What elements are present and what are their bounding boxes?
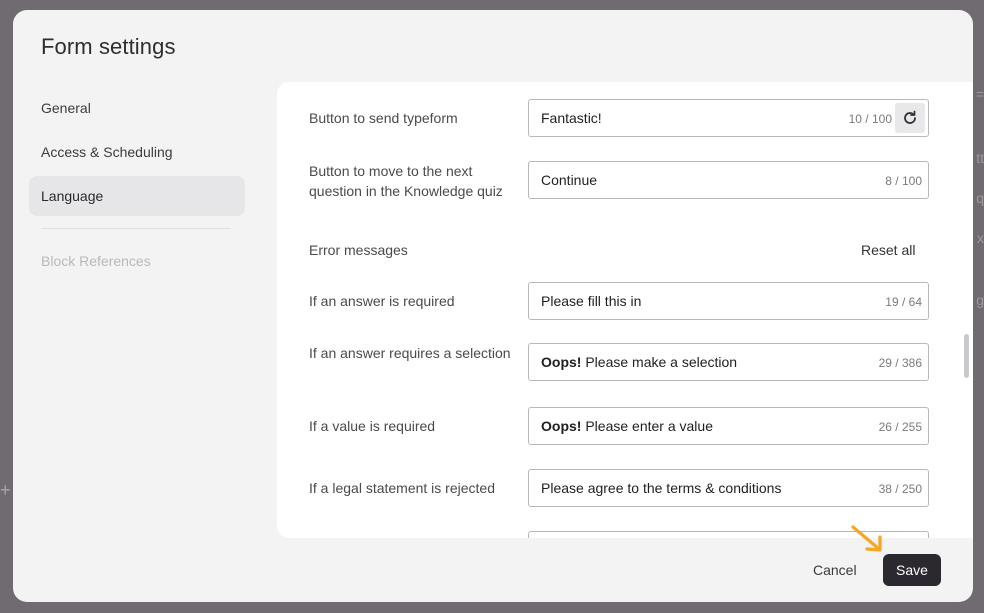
character-count: 29 / 386 — [878, 356, 922, 370]
dialog-title: Form settings — [41, 34, 176, 59]
field-value: Please fill this in — [541, 293, 642, 309]
sidebar-item-block-references: Block References — [41, 253, 151, 269]
field-value: Continue — [541, 172, 598, 188]
backdrop-fragment: tt — [976, 150, 984, 166]
value-text: Please make a selection — [581, 354, 738, 370]
backdrop-plus-icon: + — [0, 480, 11, 500]
setting-label: If a value is required — [309, 418, 436, 434]
send-button-text-field[interactable]: Fantastic! 10 / 100 — [528, 99, 929, 137]
dialog-footer: Cancel Save — [13, 538, 973, 602]
selection-required-text-field[interactable]: Oops! Please make a selection 29 / 386 — [528, 343, 929, 381]
character-count: 10 / 100 — [848, 112, 892, 126]
refresh-icon[interactable] — [895, 103, 925, 133]
value-text: Please enter a value — [581, 418, 713, 434]
backdrop-fragment: g — [976, 292, 984, 308]
character-count: 38 / 250 — [878, 482, 922, 496]
setting-label: Button to move to the next question in t… — [309, 163, 503, 199]
backdrop-fragment: = — [975, 86, 984, 102]
setting-label: If an answer requires a selection — [309, 345, 511, 361]
sidebar-item-access-scheduling[interactable]: Access & Scheduling — [29, 132, 245, 172]
sidebar-divider — [41, 228, 231, 229]
section-title: Error messages — [309, 242, 408, 258]
setting-label: Button to send typeform — [309, 110, 458, 126]
character-count: 26 / 255 — [878, 420, 922, 434]
arrow-icon — [851, 525, 882, 552]
character-count: 8 / 100 — [885, 174, 922, 188]
field-value: Oops! Please make a selection — [541, 344, 737, 380]
bold-prefix: Oops! — [541, 354, 582, 370]
sidebar-item-language[interactable]: Language — [29, 176, 245, 216]
setting-label: If an answer is required — [309, 293, 455, 309]
character-count: 19 / 64 — [885, 295, 922, 309]
field-value: Fantastic! — [541, 110, 602, 126]
save-button[interactable]: Save — [883, 554, 941, 586]
setting-label: If a legal statement is rejected — [309, 480, 495, 496]
bold-prefix: Oops! — [541, 418, 582, 434]
answer-required-text-field[interactable]: Please fill this in 19 / 64 — [528, 282, 929, 320]
sidebar-item-general[interactable]: General — [29, 88, 245, 128]
scrollbar-thumb[interactable] — [964, 334, 969, 378]
reset-all-button[interactable]: Reset all — [861, 242, 915, 258]
value-required-text-field[interactable]: Oops! Please enter a value 26 / 255 — [528, 407, 929, 445]
language-settings-panel: Button to send typeform Fantastic! 10 / … — [277, 82, 973, 538]
field-value: Please agree to the terms & conditions — [541, 480, 782, 496]
legal-rejected-text-field[interactable]: Please agree to the terms & conditions 3… — [528, 469, 929, 507]
next-button-text-field[interactable]: Continue 8 / 100 — [528, 161, 929, 199]
field-value: Oops! Please enter a value — [541, 408, 713, 444]
backdrop-fragment: x — [977, 230, 984, 246]
cancel-button[interactable]: Cancel — [799, 554, 871, 586]
form-settings-dialog: Form settings General Access & Schedulin… — [13, 10, 973, 602]
backdrop-fragment: q — [976, 190, 984, 206]
settings-sidebar: General Access & Scheduling Language Blo… — [29, 88, 245, 285]
